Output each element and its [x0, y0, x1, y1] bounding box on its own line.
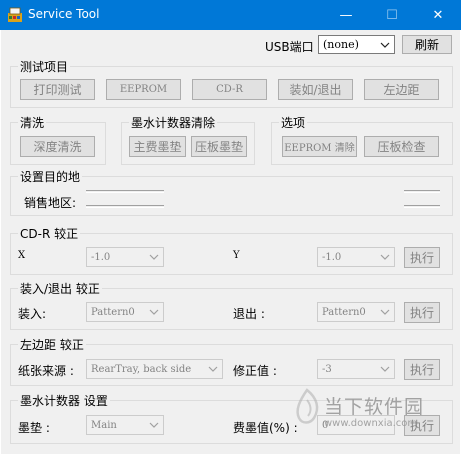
options-group-title: 选项 [279, 114, 308, 131]
cdr-x-select[interactable]: -1.0 [86, 247, 164, 267]
eject-label: 退出 : [233, 307, 265, 321]
main-pad-clear-button[interactable]: 主费墨垫 [129, 136, 186, 157]
load-label: 装入: [18, 307, 47, 321]
eject-pattern-select[interactable]: Pattern0 [317, 302, 395, 322]
eeprom-clear-label: EEPROM 清除 [284, 143, 355, 154]
ink-pad-label: 墨垫 : [18, 421, 50, 435]
sales-region-label: 销售地区: [24, 196, 77, 210]
destination-group: 设置目的地 [10, 168, 453, 216]
main-pad-label: 主费墨垫 [133, 140, 182, 154]
cdr-y-value: -1.0 [322, 251, 342, 263]
waste-ink-label: 费墨值(%) : [233, 421, 298, 435]
paper-source-value: RearTray, back side [91, 363, 192, 375]
correction-select[interactable]: -3 [317, 359, 395, 379]
load-eject-label: 装如/退出 [289, 83, 342, 97]
cdr-label: CD-R [216, 84, 243, 95]
destination-group-title: 设置目的地 [18, 168, 83, 185]
sales-region-field-4 [404, 205, 440, 208]
load-eject-execute-button[interactable]: 执行 [404, 302, 440, 323]
sales-region-field-1 [86, 190, 164, 193]
chevron-down-icon [149, 309, 159, 315]
cdr-button[interactable]: CD-R [192, 79, 267, 100]
clean-group-title: 清洗 [18, 114, 47, 131]
cdr-execute-label: 执行 [409, 251, 434, 265]
title-bar[interactable]: Service Tool — ☐ ✕ [0, 0, 461, 30]
minimize-icon: — [339, 7, 353, 23]
usb-port-select[interactable]: (none) [318, 35, 395, 54]
eeprom-label: EEPROM [119, 84, 168, 95]
chevron-down-icon [380, 42, 390, 48]
chevron-down-icon [380, 309, 390, 315]
platen-pad-clear-button[interactable]: 压板墨垫 [191, 136, 247, 157]
test-group-title: 测试项目 [18, 58, 71, 75]
window-title: Service Tool [28, 7, 100, 21]
load-pattern-value: Pattern0 [91, 306, 135, 318]
deep-clean-label: 深度清洗 [33, 140, 82, 154]
cdr-y-label: Y [233, 250, 240, 261]
usb-port-label: USB端口 [265, 40, 314, 54]
ink-pad-select[interactable]: Main [86, 415, 164, 435]
refresh-button[interactable]: 刷新 [402, 35, 452, 54]
refresh-label: 刷新 [414, 38, 439, 52]
watermark-url: www.downxia.com [324, 418, 418, 429]
platen-check-label: 压板检查 [377, 140, 426, 154]
chevron-down-icon [149, 422, 159, 428]
maximize-icon: ☐ [386, 7, 398, 23]
cdr-execute-button[interactable]: 执行 [404, 247, 440, 268]
cdr-y-select[interactable]: -1.0 [317, 247, 395, 267]
correction-label: 修正值 : [233, 364, 277, 378]
platen-pad-label: 压板墨垫 [194, 140, 243, 154]
sales-region-field-3 [404, 190, 440, 193]
left-margin-calibration-title: 左边距 较正 [18, 336, 86, 353]
left-margin-execute-label: 执行 [409, 363, 434, 377]
eject-pattern-value: Pattern0 [322, 306, 366, 318]
watermark-brand: 当下软件园 [324, 396, 425, 418]
print-test-button[interactable]: 打印测试 [20, 79, 95, 100]
close-button[interactable]: ✕ [415, 0, 461, 30]
print-test-label: 打印测试 [33, 83, 82, 97]
sales-region-field-2 [86, 205, 164, 208]
load-eject-calibration-title: 装入/退出 较正 [18, 280, 102, 297]
deep-clean-button[interactable]: 深度清洗 [20, 136, 95, 157]
chevron-down-icon [208, 366, 218, 372]
chevron-down-icon [380, 254, 390, 260]
ink-counter-setting-title: 墨水计数器 设置 [18, 392, 110, 409]
load-eject-execute-label: 执行 [409, 306, 434, 320]
app-icon [8, 7, 22, 22]
paper-source-select[interactable]: RearTray, back side [86, 359, 223, 379]
close-icon: ✕ [432, 7, 444, 23]
left-margin-label: 左边距 [383, 83, 420, 97]
watermark-logo-icon [296, 388, 319, 424]
load-eject-button[interactable]: 装如/退出 [278, 79, 353, 100]
eeprom-clear-button[interactable]: EEPROM 清除 [282, 136, 357, 157]
platen-check-button[interactable]: 压板检查 [364, 136, 439, 157]
load-pattern-select[interactable]: Pattern0 [86, 302, 164, 322]
chevron-down-icon [149, 254, 159, 260]
maximize-button[interactable]: ☐ [369, 0, 415, 30]
correction-value: -3 [322, 363, 332, 375]
minimize-button[interactable]: — [323, 0, 369, 30]
ink-counter-clear-title: 墨水计数器清除 [129, 114, 218, 131]
eeprom-button[interactable]: EEPROM [106, 79, 181, 100]
chevron-down-icon [380, 366, 390, 372]
left-margin-execute-button[interactable]: 执行 [404, 359, 440, 380]
cdr-x-label: X [18, 250, 26, 261]
left-margin-button[interactable]: 左边距 [364, 79, 439, 100]
cdr-calibration-title: CD-R 较正 [18, 225, 81, 242]
paper-source-label: 纸张来源 : [18, 364, 74, 378]
usb-port-value: (none) [323, 38, 359, 51]
cdr-x-value: -1.0 [91, 251, 111, 263]
ink-pad-value: Main [91, 419, 117, 431]
